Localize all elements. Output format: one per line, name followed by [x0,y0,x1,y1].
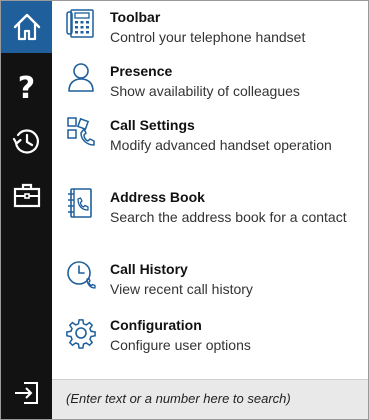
menu-item-description: Configure user options [110,337,251,353]
menu-item-title: Call Settings [110,117,195,133]
menu-item-title: Configuration [110,317,202,333]
menu-item-description: Search the address book for a contact [110,209,347,225]
help-button[interactable]: ? [1,63,52,115]
menu-item-description: Control your telephone handset [110,29,306,45]
menu-item-toolbar[interactable]: Toolbar Control your telephone handset [52,5,368,49]
help-icon: ? [17,71,36,106]
home-icon [13,13,40,41]
menu-item-description: Show availability of colleagues [110,83,300,99]
telephone-icon [66,9,94,38]
home-button[interactable] [1,1,52,53]
search-bar[interactable]: (Enter text or a number here to search) [52,379,368,419]
call-history-icon [67,261,96,289]
sign-in-button[interactable] [1,367,52,419]
gear-icon [66,319,96,349]
menu-item-call-settings[interactable]: Call Settings Modify advanced handset op… [52,113,368,177]
menu-item-presence[interactable]: Presence Show availability of colleagues [52,59,368,103]
menu-item-address-book[interactable]: Address Book Search the address book for… [52,185,368,249]
briefcase-button[interactable] [1,169,52,221]
sidebar-rail: ? [1,1,52,419]
menu-item-title: Address Book [110,189,205,205]
person-icon [68,63,94,92]
menu-item-title: Toolbar [110,9,161,25]
address-book-icon [68,188,92,218]
app-window: ? Toolbar Control your telephone handset… [0,0,369,420]
menu-item-configuration[interactable]: Configuration Configure user options [52,313,368,357]
history-button[interactable] [1,115,52,167]
sign-in-icon [14,382,38,404]
briefcase-icon [13,183,40,208]
menu-item-description: View recent call history [110,281,253,297]
menu-item-title: Call History [110,261,188,277]
search-placeholder: (Enter text or a number here to search) [66,391,291,406]
menu-list: Toolbar Control your telephone handset P… [52,1,368,379]
menu-item-description: Modify advanced handset operation [110,137,332,153]
history-icon [12,129,39,154]
menu-item-title: Presence [110,63,173,79]
menu-item-call-history[interactable]: Call History View recent call history [52,257,368,301]
call-settings-icon [67,117,95,146]
